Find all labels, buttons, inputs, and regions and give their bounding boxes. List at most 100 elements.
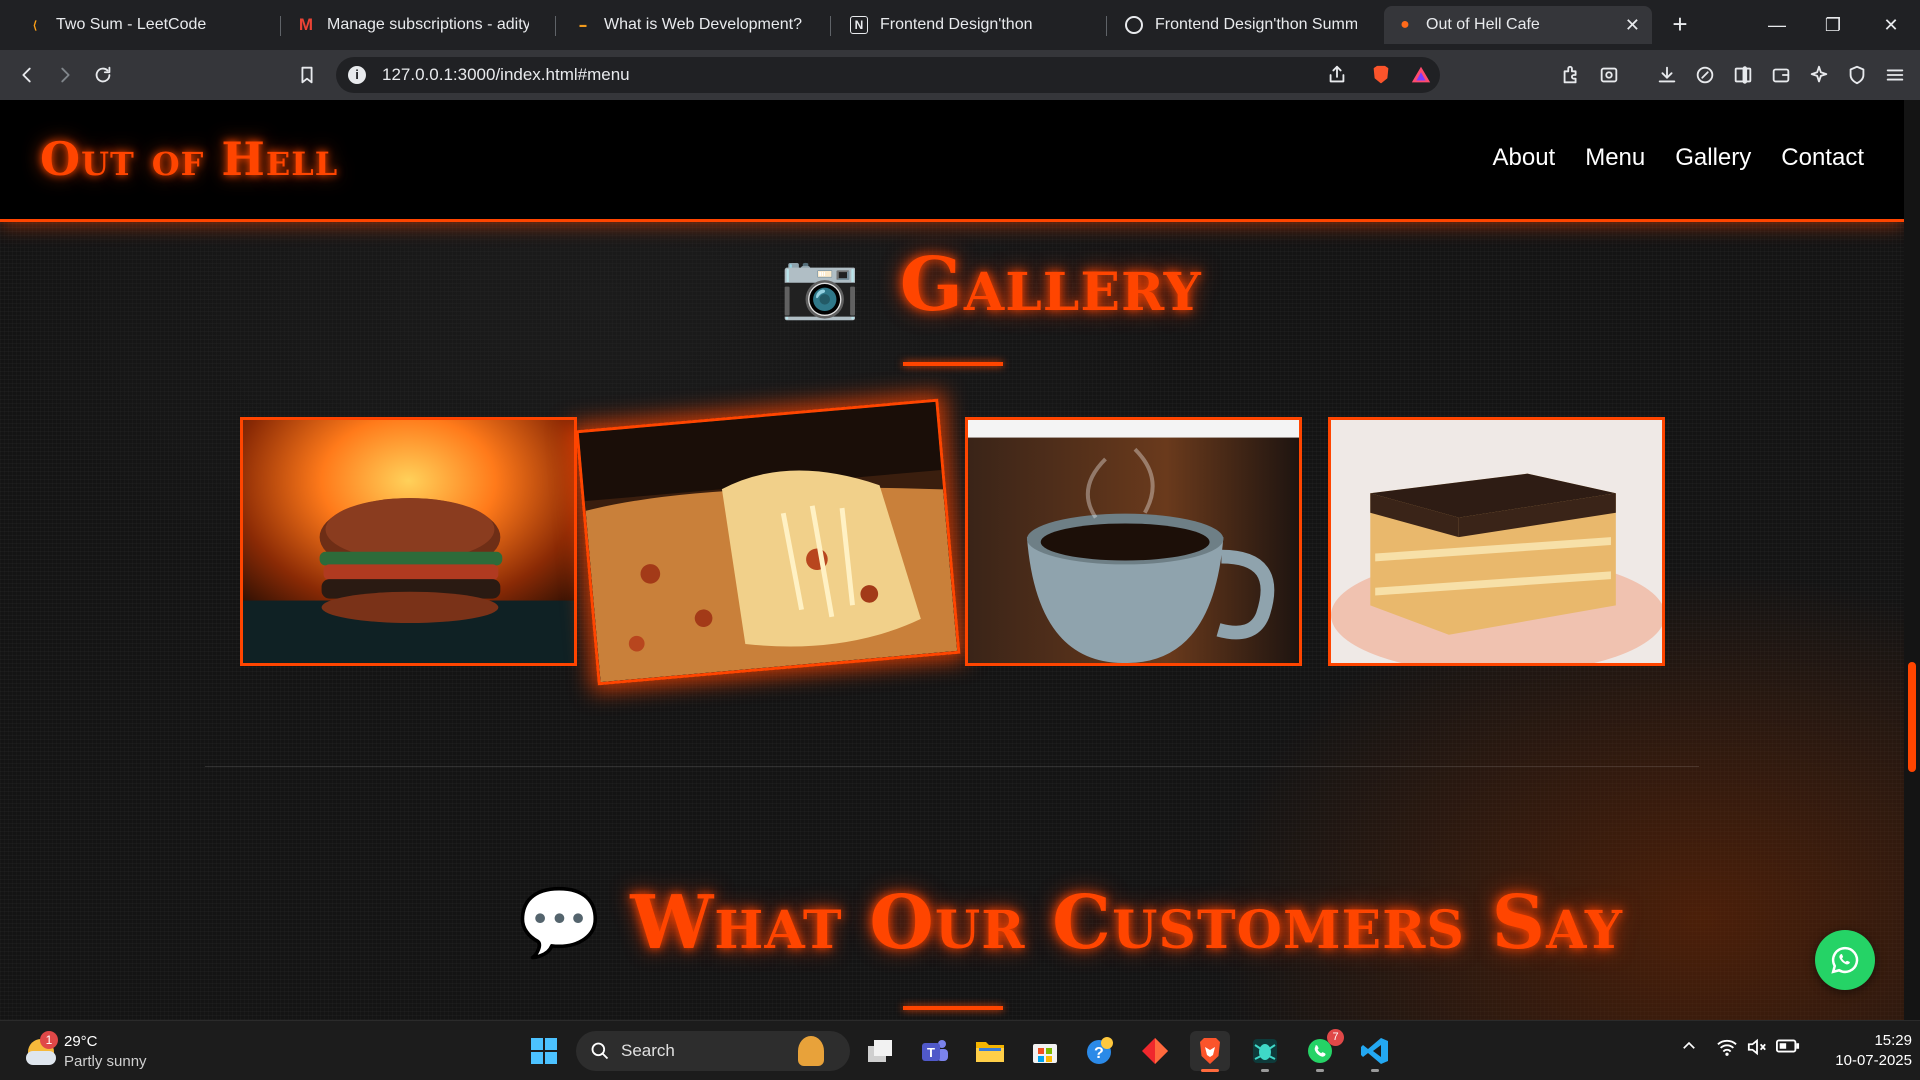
page-viewport: Out of Hell About Menu Gallery Contact 📷…: [0, 100, 1904, 1020]
whatsapp-app[interactable]: 7: [1300, 1029, 1344, 1072]
vscode-app[interactable]: [1355, 1031, 1395, 1072]
gallery-image-pizza[interactable]: [575, 398, 961, 686]
weather-badge: 1: [40, 1031, 58, 1049]
tab-leetcode[interactable]: ⟨ Two Sum - LeetCode: [14, 6, 270, 44]
battery-icon[interactable]: [1776, 1038, 1800, 1059]
tab-out-of-hell-cafe[interactable]: ● Out of Hell Cafe ✕: [1384, 6, 1652, 44]
menu-icon[interactable]: [1880, 60, 1910, 90]
nav-contact[interactable]: Contact: [1781, 144, 1864, 172]
task-view-button[interactable]: [860, 1031, 900, 1071]
gallery-title: Gallery: [899, 242, 1202, 328]
reload-icon[interactable]: [88, 60, 118, 90]
tab-search-icon[interactable]: [1594, 60, 1624, 90]
microsoft-store-app[interactable]: [1025, 1031, 1065, 1071]
close-window-icon[interactable]: ✕: [1868, 8, 1914, 42]
notion-icon: N: [850, 16, 868, 34]
scrollbar-thumb[interactable]: [1908, 662, 1916, 772]
speech-bubble-icon: 💬: [518, 885, 601, 959]
temperature: 29°C: [64, 1033, 98, 1050]
pizza-image: [578, 401, 958, 683]
minimize-icon[interactable]: —: [1754, 8, 1800, 42]
nav-about[interactable]: About: [1492, 144, 1555, 172]
new-tab-button[interactable]: +: [1666, 8, 1694, 42]
fire-icon: ●: [1400, 16, 1410, 33]
gallery-heading: 📷 Gallery: [780, 242, 1202, 328]
share-icon[interactable]: [1322, 60, 1352, 90]
taskbar-search[interactable]: Search: [576, 1031, 850, 1071]
sparkle-icon[interactable]: [1804, 60, 1834, 90]
folder-icon: [976, 1042, 1004, 1062]
tab-title: Two Sum - LeetCode: [56, 16, 207, 33]
nav-menu[interactable]: Menu: [1585, 144, 1645, 172]
weather-widget[interactable]: 1 29°C Partly sunny: [24, 1029, 174, 1073]
browser-toolbar: i 127.0.0.1:3000/index.html#menu: [0, 50, 1920, 100]
windows-icon: [531, 1038, 557, 1064]
site-info-icon[interactable]: i: [348, 66, 366, 84]
bug-icon: [1253, 1039, 1277, 1063]
brave-rewards-icon[interactable]: [1406, 60, 1436, 90]
taskbar-clock[interactable]: 15:29 10-07-2025: [1812, 1031, 1912, 1071]
diamond-icon: [1142, 1038, 1168, 1064]
testimonials-heading: 💬 What Our Customers Say: [518, 880, 1623, 966]
svg-text:?: ?: [1094, 1045, 1104, 1062]
site-logo[interactable]: Out of Hell: [40, 132, 338, 186]
gallery-image-burger[interactable]: [240, 417, 577, 666]
cake-image: [1331, 420, 1662, 663]
clock-time: 15:29: [1874, 1032, 1912, 1049]
bookmark-icon[interactable]: [292, 60, 322, 90]
whatsapp-badge: 7: [1327, 1029, 1344, 1046]
nav-gallery[interactable]: Gallery: [1675, 144, 1751, 172]
weather-condition: Partly sunny: [64, 1053, 147, 1070]
address-bar[interactable]: i 127.0.0.1:3000/index.html#menu: [336, 57, 1440, 93]
volume-muted-icon[interactable]: [1746, 1037, 1768, 1062]
brave-app[interactable]: [1190, 1031, 1230, 1072]
tray-overflow-icon[interactable]: [1680, 1037, 1698, 1060]
tab-gmail[interactable]: M Manage subscriptions - adityapr: [285, 6, 541, 44]
search-label: Search: [621, 1041, 675, 1060]
store-icon: [1033, 1044, 1057, 1063]
leo-ai-icon[interactable]: [1690, 60, 1720, 90]
task-view-icon: [868, 1040, 892, 1062]
gmail-icon: M: [298, 15, 314, 34]
tab-title: Out of Hell Cafe: [1426, 16, 1540, 33]
tab-coursera[interactable]: ▬ What is Web Development?: [562, 6, 818, 44]
gallery-image-cake[interactable]: [1328, 417, 1665, 666]
page-scrollbar[interactable]: [1904, 100, 1920, 1020]
site-nav: About Menu Gallery Contact: [1492, 144, 1864, 172]
teams-app[interactable]: T: [915, 1031, 955, 1071]
start-button[interactable]: [524, 1031, 564, 1071]
tab-chatgpt[interactable]: Frontend Design'thon Summary: [1113, 6, 1369, 44]
wallet-icon[interactable]: [1766, 60, 1796, 90]
coffee-image: [968, 420, 1299, 663]
download-icon[interactable]: [1652, 60, 1682, 90]
leetcode-icon: ⟨: [32, 19, 38, 32]
back-icon[interactable]: [12, 60, 42, 90]
site-header: Out of Hell About Menu Gallery Contact: [0, 100, 1904, 222]
tab-notion[interactable]: N Frontend Design'thon: [838, 6, 1094, 44]
tab-title: What is Web Development?: [604, 16, 803, 33]
camera-icon: 📷: [780, 248, 860, 321]
section-divider: [205, 766, 1699, 767]
clock-date: 10-07-2025: [1835, 1052, 1912, 1069]
restore-icon[interactable]: ❐: [1810, 8, 1856, 42]
teams-icon: T: [922, 1040, 948, 1061]
close-tab-icon[interactable]: ✕: [1615, 15, 1640, 36]
brave-shields-icon[interactable]: [1366, 60, 1396, 90]
wifi-icon[interactable]: [1716, 1037, 1738, 1062]
red-diamond-app[interactable]: [1135, 1031, 1175, 1071]
vpn-shield-icon[interactable]: [1842, 60, 1872, 90]
forward-icon[interactable]: [50, 60, 80, 90]
whatsapp-button[interactable]: [1815, 930, 1875, 990]
tab-title: Frontend Design'thon: [880, 16, 1033, 33]
whatsapp-icon: [1831, 946, 1859, 974]
gallery-image-coffee[interactable]: [965, 417, 1302, 666]
file-explorer-app[interactable]: [970, 1031, 1010, 1071]
brave-icon: [1200, 1038, 1220, 1064]
tab-title: Frontend Design'thon Summary: [1155, 16, 1357, 33]
tab-title: Manage subscriptions - adityapr: [327, 16, 529, 33]
sidebar-icon[interactable]: [1728, 60, 1758, 90]
bug-app[interactable]: [1245, 1031, 1285, 1072]
get-help-app[interactable]: ?: [1080, 1031, 1120, 1071]
extensions-icon[interactable]: [1556, 60, 1586, 90]
url-text[interactable]: 127.0.0.1:3000/index.html#menu: [382, 65, 630, 85]
